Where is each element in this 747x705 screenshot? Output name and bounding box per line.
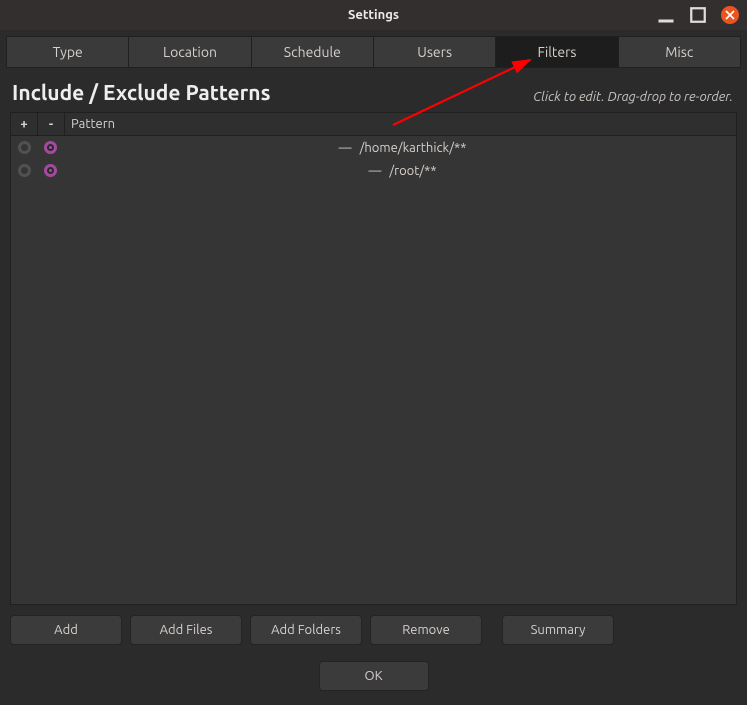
radio-icon bbox=[18, 164, 31, 177]
page-title: Include / Exclude Patterns bbox=[12, 80, 270, 104]
tab-location[interactable]: Location bbox=[129, 37, 251, 67]
tab-schedule[interactable]: Schedule bbox=[252, 37, 374, 67]
include-radio[interactable] bbox=[11, 141, 37, 154]
mode-indicator: — bbox=[368, 164, 381, 178]
table-body[interactable]: — /home/karthick/** — /root/** bbox=[11, 136, 736, 604]
exclude-radio[interactable] bbox=[37, 141, 63, 154]
column-exclude[interactable]: - bbox=[38, 113, 65, 135]
table-row[interactable]: — /root/** bbox=[11, 159, 736, 182]
summary-button[interactable]: Summary bbox=[502, 615, 614, 645]
add-folders-button[interactable]: Add Folders bbox=[250, 615, 362, 645]
add-files-button[interactable]: Add Files bbox=[130, 615, 242, 645]
heading-row: Include / Exclude Patterns Click to edit… bbox=[0, 68, 747, 112]
window-title: Settings bbox=[348, 8, 399, 22]
ok-row: OK bbox=[0, 645, 747, 705]
radio-icon bbox=[44, 141, 57, 154]
action-button-row: Add Add Files Add Folders Remove Summary bbox=[0, 605, 747, 645]
include-radio[interactable] bbox=[11, 164, 37, 177]
window-controls bbox=[657, 0, 739, 30]
maximize-icon bbox=[689, 6, 707, 24]
mode-indicator: — bbox=[339, 141, 352, 155]
tab-users[interactable]: Users bbox=[374, 37, 496, 67]
remove-button[interactable]: Remove bbox=[370, 615, 482, 645]
tabs: TypeLocationScheduleUsersFiltersMisc bbox=[6, 36, 741, 68]
patterns-table: + - Pattern — /home/karthick/** — /root/** bbox=[10, 112, 737, 605]
column-include[interactable]: + bbox=[11, 113, 38, 135]
minimize-icon bbox=[657, 6, 675, 24]
radio-icon bbox=[44, 164, 57, 177]
hint-text: Click to edit. Drag-drop to re-order. bbox=[533, 90, 733, 104]
add-button[interactable]: Add bbox=[10, 615, 122, 645]
tabs-container: TypeLocationScheduleUsersFiltersMisc bbox=[0, 30, 747, 68]
close-button[interactable] bbox=[721, 6, 739, 24]
ok-button[interactable]: OK bbox=[319, 661, 429, 691]
minimize-button[interactable] bbox=[657, 6, 675, 24]
settings-window: Settings TypeLocationScheduleUsersFilter… bbox=[0, 0, 747, 705]
tab-misc[interactable]: Misc bbox=[619, 37, 740, 67]
tab-filters[interactable]: Filters bbox=[496, 37, 618, 67]
pattern-text: /home/karthick/** bbox=[360, 141, 467, 155]
close-icon bbox=[725, 10, 735, 20]
column-pattern[interactable]: Pattern bbox=[65, 113, 736, 135]
radio-icon bbox=[18, 141, 31, 154]
pattern-cell[interactable]: — /root/** bbox=[63, 164, 736, 178]
titlebar: Settings bbox=[0, 0, 747, 30]
table-row[interactable]: — /home/karthick/** bbox=[11, 136, 736, 159]
exclude-radio[interactable] bbox=[37, 164, 63, 177]
table-header: + - Pattern bbox=[11, 113, 736, 136]
pattern-text: /root/** bbox=[389, 164, 436, 178]
maximize-button[interactable] bbox=[689, 6, 707, 24]
pattern-cell[interactable]: — /home/karthick/** bbox=[63, 141, 736, 155]
tab-type[interactable]: Type bbox=[7, 37, 129, 67]
